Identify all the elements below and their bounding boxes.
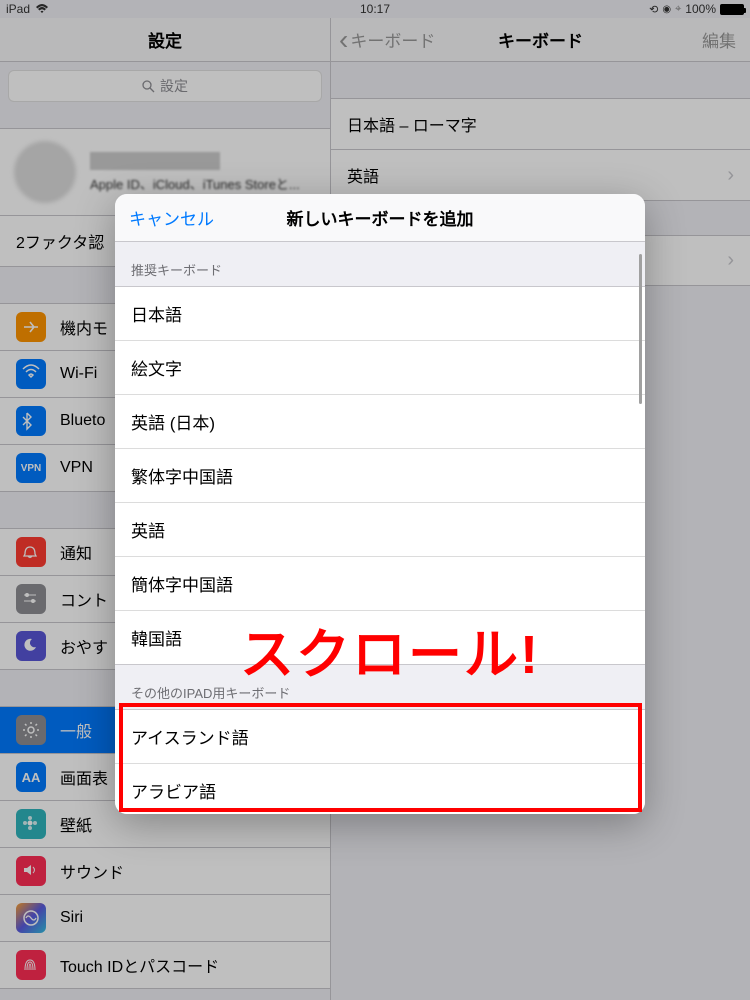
modal-header: キャンセル 新しいキーボードを追加 (115, 194, 645, 242)
kb-recommended-0[interactable]: 日本語 (115, 287, 645, 341)
scrollbar-thumb[interactable] (639, 254, 642, 404)
annotation-text: スクロール! (240, 610, 540, 689)
annotation-box (119, 703, 642, 812)
kb-recommended-2[interactable]: 英語 (日本) (115, 395, 645, 449)
kb-recommended-3[interactable]: 繁体字中国語 (115, 449, 645, 503)
cancel-button[interactable]: キャンセル (129, 205, 214, 230)
kb-recommended-4[interactable]: 英語 (115, 503, 645, 557)
kb-recommended-1[interactable]: 絵文字 (115, 341, 645, 395)
modal-title: 新しいキーボードを追加 (287, 205, 474, 230)
kb-recommended-5[interactable]: 簡体字中国語 (115, 557, 645, 611)
section-recommended: 推奨キーボード (115, 242, 645, 286)
